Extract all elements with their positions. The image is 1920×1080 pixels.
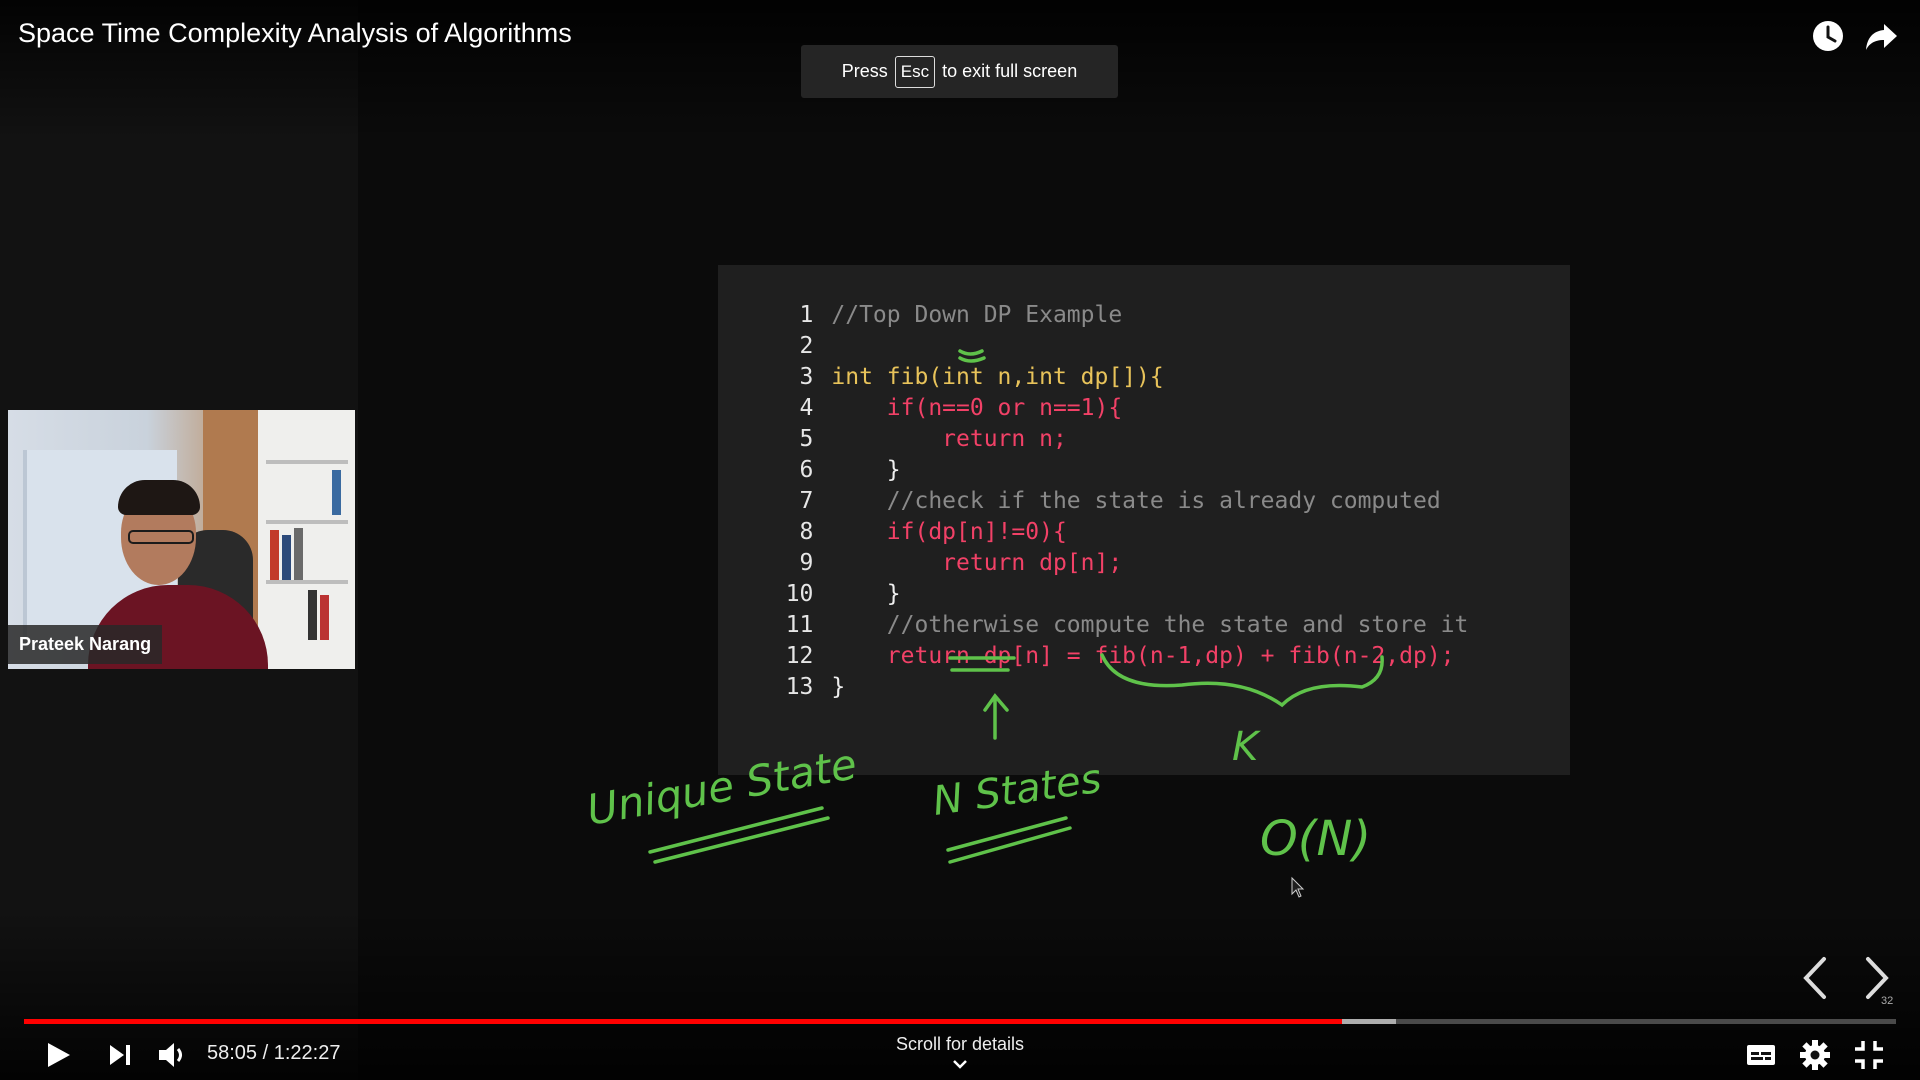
volume-icon[interactable] xyxy=(153,1035,193,1075)
notice-prefix: Press xyxy=(841,61,888,81)
line-number: 13 xyxy=(785,674,814,700)
code-text: return dp[n] = fib(n-1,dp) + fib(n-2,dp)… xyxy=(831,643,1455,669)
presenter-name-tag: Prateek Narang xyxy=(8,625,163,664)
subtitles-icon[interactable] xyxy=(1741,1035,1781,1075)
code-line: 2 xyxy=(718,300,831,359)
share-arrow-icon[interactable] xyxy=(1864,18,1900,54)
chevron-down-icon[interactable] xyxy=(950,1058,970,1072)
video-title[interactable]: Space Time Complexity Analysis of Algori… xyxy=(18,18,572,49)
code-line: 3 int fib(int n,int dp[]){ xyxy=(718,331,1164,390)
code-text: } xyxy=(831,674,846,700)
code-text: //Top Down DP Example xyxy=(831,302,1123,328)
code-line: 5 return n; xyxy=(718,393,1067,452)
progress-bar[interactable] xyxy=(24,1019,1896,1024)
code-line: 4 if(n==0 or n==1){ xyxy=(718,362,1123,421)
play-icon[interactable] xyxy=(38,1035,78,1075)
code-line: 6 } xyxy=(718,424,901,483)
code-line: 11 //otherwise compute the state and sto… xyxy=(718,579,1469,638)
exit-fullscreen-notice: Press Esc to exit full screen xyxy=(801,45,1118,98)
next-icon[interactable] xyxy=(100,1035,140,1075)
time-display: 58:05 / 1:22:27 xyxy=(207,1042,341,1064)
clock-icon[interactable] xyxy=(1810,18,1846,54)
gear-icon[interactable] xyxy=(1795,1035,1835,1075)
code-line: 9 return dp[n]; xyxy=(718,517,1123,576)
progress-played xyxy=(24,1019,1342,1024)
code-line: 7 //check if the state is already comput… xyxy=(718,455,1441,514)
code-line: 10 } xyxy=(718,548,901,607)
code-line: 8 if(dp[n]!=0){ xyxy=(718,486,1067,545)
scroll-for-details[interactable]: Scroll for details xyxy=(860,1034,1060,1055)
esc-key: Esc xyxy=(894,55,936,88)
exit-fullscreen-icon[interactable] xyxy=(1849,1035,1889,1075)
notice-suffix: to exit full screen xyxy=(942,61,1078,81)
chevron-left-icon[interactable] xyxy=(1796,953,1836,1003)
code-slide: 1//Top Down DP Example 2 3 int fib(int n,… xyxy=(718,265,1570,775)
code-line: 13} xyxy=(718,641,846,700)
code-line: 1//Top Down DP Example xyxy=(718,269,1123,328)
code-line: 12 return dp[n] = fib(n-1,dp) + fib(n-2,… xyxy=(718,610,1455,669)
slide-page-badge: 32 xyxy=(1881,995,1894,1007)
